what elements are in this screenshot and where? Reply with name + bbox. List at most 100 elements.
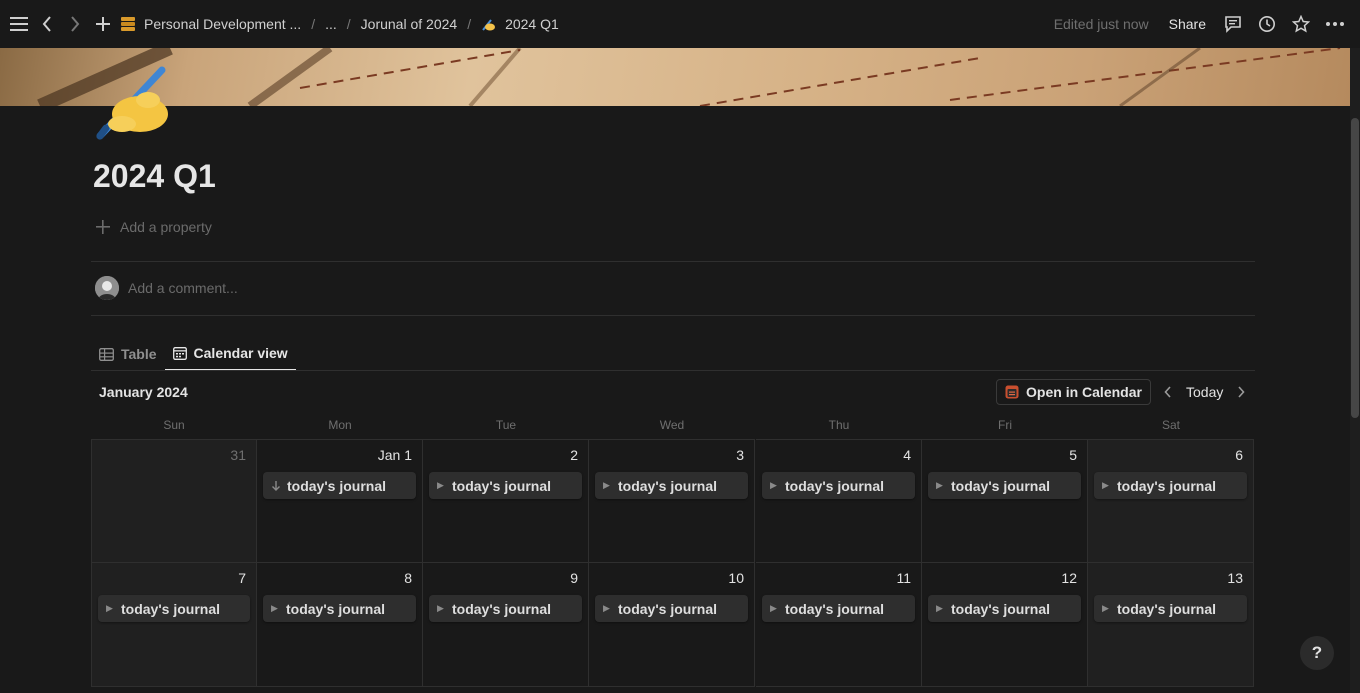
calendar-day-cell[interactable]: 3 ▶ today's journal — [589, 439, 755, 563]
page-title[interactable]: 2024 Q1 — [93, 158, 216, 195]
open-in-calendar-button[interactable]: Open in Calendar — [996, 379, 1151, 405]
calendar-event[interactable]: ▶ today's journal — [1094, 595, 1247, 622]
add-property-button[interactable]: Add a property — [96, 219, 212, 235]
calendar-month-label: January 2024 — [99, 384, 188, 400]
calendar-day-cell[interactable]: 13 ▶ today's journal — [1088, 563, 1254, 687]
tab-calendar-view[interactable]: Calendar view — [164, 337, 296, 371]
calendar-event[interactable]: ▶ today's journal — [762, 472, 915, 499]
calendar-event[interactable]: ▶ today's journal — [263, 595, 416, 622]
day-number: 3 — [736, 447, 744, 463]
updates-button[interactable] — [1256, 10, 1278, 38]
event-title: today's journal — [452, 600, 552, 617]
calendar-event[interactable]: ▶ today's journal — [98, 595, 250, 622]
calendar-event[interactable]: ▶ today's journal — [762, 595, 915, 622]
calendar-event[interactable]: today's journal — [263, 472, 416, 499]
breadcrumb-label: ... — [325, 16, 337, 32]
calendar-day-cell[interactable]: 9 ▶ today's journal — [423, 563, 589, 687]
calendar-day-cell[interactable]: 12 ▶ today's journal — [922, 563, 1088, 687]
favorite-button[interactable] — [1290, 10, 1312, 38]
caret-right-icon: ▶ — [437, 603, 444, 613]
calendar-event[interactable]: ▶ today's journal — [1094, 472, 1247, 499]
calendar-day-cell[interactable]: 4 ▶ today's journal — [756, 439, 922, 563]
calendar-day-cell[interactable]: 31 — [91, 439, 257, 563]
calendar-event[interactable]: ▶ today's journal — [429, 595, 582, 622]
caret-right-icon: ▶ — [936, 603, 943, 613]
user-avatar-icon — [95, 276, 119, 300]
top-bar: Personal Development ... / ... / Jorunal… — [0, 0, 1360, 48]
plus-icon — [96, 17, 110, 31]
breadcrumb-item-journal[interactable]: Jorunal of 2024 — [357, 13, 462, 35]
breadcrumb-separator: / — [467, 16, 472, 32]
caret-right-icon: ▶ — [437, 480, 444, 490]
chevron-right-icon — [71, 16, 80, 32]
previous-month-button[interactable] — [1160, 382, 1176, 402]
calendar-day-cell[interactable]: 5 ▶ today's journal — [922, 439, 1088, 563]
caret-right-icon: ▶ — [936, 480, 943, 490]
calendar-day-cell[interactable]: 10 ▶ today's journal — [589, 563, 755, 687]
tab-table[interactable]: Table — [91, 337, 165, 371]
calendar-app-icon — [1005, 385, 1019, 399]
caret-right-icon: ▶ — [603, 480, 610, 490]
calendar-day-cell[interactable]: 11 ▶ today's journal — [756, 563, 922, 687]
calendar-day-cell[interactable]: 6 ▶ today's journal — [1088, 439, 1254, 563]
breadcrumb-label: Jorunal of 2024 — [360, 16, 458, 32]
breadcrumb-separator: / — [346, 16, 351, 32]
calendar-event[interactable]: ▶ today's journal — [595, 472, 748, 499]
today-button[interactable]: Today — [1186, 384, 1223, 400]
tabs-divider — [91, 370, 1255, 371]
sidebar-toggle-button[interactable] — [8, 10, 30, 38]
calendar-day-cell[interactable]: Jan 1 today's journal — [257, 439, 423, 563]
scrollbar-thumb[interactable] — [1351, 118, 1359, 418]
calendar-event[interactable]: ▶ today's journal — [429, 472, 582, 499]
day-number: 6 — [1235, 447, 1243, 463]
divider — [91, 315, 1255, 316]
event-title: today's journal — [785, 600, 885, 617]
calendar-day-cell[interactable]: 7 ▶ today's journal — [91, 563, 257, 687]
chevron-left-icon — [42, 16, 51, 32]
calendar-day-cell[interactable]: 2 ▶ today's journal — [423, 439, 589, 563]
breadcrumb-item-personal-development[interactable]: Personal Development ... — [116, 13, 305, 35]
chevron-left-icon — [1164, 386, 1171, 398]
calendar-day-cell[interactable]: 8 ▶ today's journal — [257, 563, 423, 687]
weekday-label: Sun — [163, 418, 185, 432]
comments-button[interactable] — [1222, 10, 1244, 38]
new-page-button[interactable] — [92, 10, 114, 38]
caret-right-icon: ▶ — [1102, 603, 1109, 613]
next-month-button[interactable] — [1233, 382, 1249, 402]
weekday-label: Sat — [1161, 418, 1180, 432]
add-property-label: Add a property — [120, 219, 212, 235]
calendar-event[interactable]: ▶ today's journal — [928, 595, 1081, 622]
cover-pattern — [37, 48, 1341, 106]
breadcrumb-item-ellipsis[interactable]: ... — [321, 13, 341, 35]
day-number: 8 — [404, 570, 412, 586]
more-button[interactable] — [1324, 10, 1346, 38]
help-button[interactable]: ? — [1300, 636, 1334, 670]
nav-controls — [8, 0, 114, 48]
plus-icon — [96, 220, 110, 234]
event-title: today's journal — [618, 477, 718, 494]
breadcrumb-item-current[interactable]: 2024 Q1 — [477, 13, 563, 35]
event-title: today's journal — [452, 477, 552, 494]
calendar-event[interactable]: ▶ today's journal — [595, 595, 748, 622]
forward-button[interactable] — [64, 10, 86, 38]
page-emoji-icon[interactable] — [92, 62, 176, 146]
breadcrumb-label: Personal Development ... — [144, 16, 302, 32]
day-number: 9 — [570, 570, 578, 586]
avatar — [95, 276, 119, 300]
comment-row[interactable]: Add a comment... — [95, 276, 238, 300]
back-button[interactable] — [36, 10, 58, 38]
event-title: today's journal — [618, 600, 718, 617]
star-icon — [1292, 15, 1310, 33]
day-number: 11 — [896, 570, 911, 586]
table-icon — [99, 347, 114, 361]
weekday-label: Tue — [495, 418, 517, 432]
weekday-label: Thu — [828, 418, 850, 432]
share-button[interactable]: Share — [1169, 16, 1206, 32]
weekday-label: Wed — [659, 418, 685, 432]
weekday-label: Mon — [328, 418, 352, 432]
caret-right-icon: ▶ — [770, 603, 777, 613]
day-number: 12 — [1061, 570, 1077, 586]
add-comment-input[interactable]: Add a comment... — [128, 280, 238, 296]
menu-icon — [10, 17, 28, 31]
calendar-event[interactable]: ▶ today's journal — [928, 472, 1081, 499]
